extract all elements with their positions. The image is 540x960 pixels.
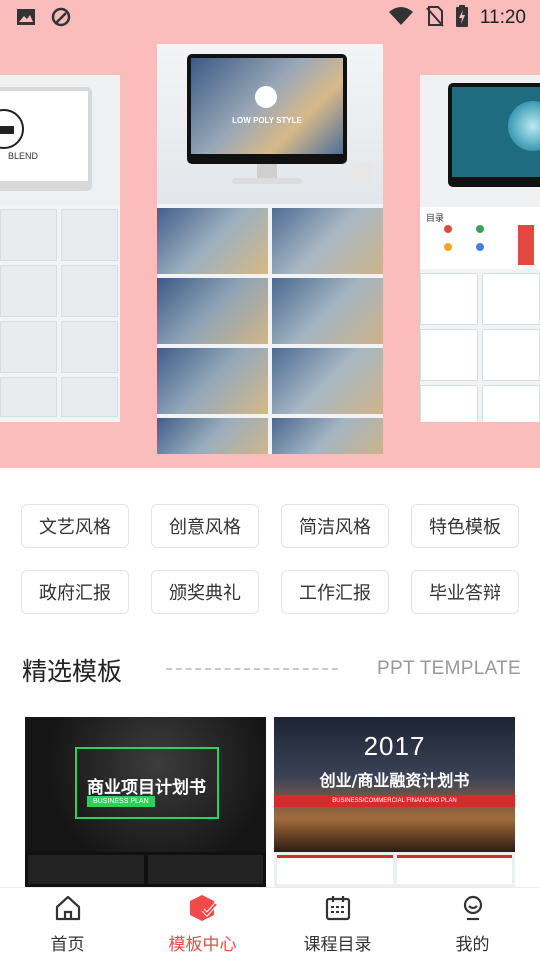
banner-slide-left[interactable]: BLEND — [0, 75, 120, 422]
home-icon — [54, 894, 82, 926]
wifi-icon — [388, 6, 414, 30]
chip-creative-style[interactable]: 创意风格 — [151, 504, 259, 548]
no-sim-icon — [426, 5, 444, 31]
card-year: 2017 — [363, 731, 426, 761]
template-card-business-plan[interactable]: 商业项目计划书 BUSINESS PLAN — [25, 717, 266, 887]
slide-right-title: 目录 — [426, 214, 445, 224]
status-time: 11:20 — [479, 7, 526, 28]
card-title: 创业/商业融资计划书 — [319, 771, 470, 790]
chip-work-report[interactable]: 工作汇报 — [281, 570, 389, 614]
calendar-icon — [324, 894, 352, 926]
card-preview-strip — [25, 852, 266, 887]
status-bar: 11:20 — [0, 0, 540, 36]
bottom-navigation: 首页 模板中心 课程目录 我的 — [0, 887, 540, 960]
user-icon — [459, 894, 487, 926]
card-preview-strip — [274, 852, 515, 887]
chip-special-template[interactable]: 特色模板 — [411, 504, 519, 548]
slide-center-title: LOW POLY STYLE — [232, 116, 302, 125]
slide-left-title: BLEND — [8, 151, 39, 161]
template-banner-carousel[interactable]: BLEND LOW POLY STYLE 目录 — [0, 0, 540, 468]
category-chips: 文艺风格 创意风格 简洁风格 特色模板 政府汇报 颁奖典礼 工作汇报 毕业答辩 — [21, 504, 519, 614]
banner-slide-center[interactable]: LOW POLY STYLE — [157, 44, 383, 454]
template-icon — [188, 894, 218, 926]
nav-profile[interactable]: 我的 — [405, 888, 540, 960]
nav-course-catalog-label: 课程目录 — [303, 934, 372, 955]
chip-simple-style[interactable]: 简洁风格 — [281, 504, 389, 548]
chip-graduation-defense[interactable]: 毕业答辩 — [411, 570, 519, 614]
section-subtitle: PPT TEMPLATE — [377, 658, 522, 679]
card-title: 商业项目计划书 — [87, 778, 206, 798]
nav-home[interactable]: 首页 — [0, 888, 135, 960]
card-thumbnail: 2017 创业/商业融资计划书 BUSINESS/COMMERCIAL FINA… — [274, 717, 515, 852]
battery-charging-icon — [455, 5, 468, 31]
template-card-financing-plan[interactable]: 2017 创业/商业融资计划书 BUSINESS/COMMERCIAL FINA… — [274, 717, 515, 887]
image-icon — [16, 7, 36, 31]
nav-profile-label: 我的 — [455, 934, 490, 955]
card-badge: BUSINESS PLAN — [87, 796, 155, 807]
chip-award-ceremony[interactable]: 颁奖典礼 — [151, 570, 259, 614]
section-divider — [166, 668, 338, 670]
nav-course-catalog[interactable]: 课程目录 — [270, 888, 405, 960]
nav-home-label: 首页 — [50, 934, 85, 955]
card-badge: BUSINESS/COMMERCIAL FINANCING PLAN — [274, 795, 515, 807]
nav-template-center-label: 模板中心 — [168, 934, 237, 955]
chip-literary-style[interactable]: 文艺风格 — [21, 504, 129, 548]
chip-government-report[interactable]: 政府汇报 — [21, 570, 129, 614]
banner-slide-right[interactable]: 目录 — [420, 75, 540, 422]
section-title: 精选模板 — [22, 657, 123, 686]
card-thumbnail: 商业项目计划书 BUSINESS PLAN — [25, 717, 266, 852]
nav-template-center[interactable]: 模板中心 — [135, 888, 270, 960]
app-notification-icon — [50, 7, 72, 31]
